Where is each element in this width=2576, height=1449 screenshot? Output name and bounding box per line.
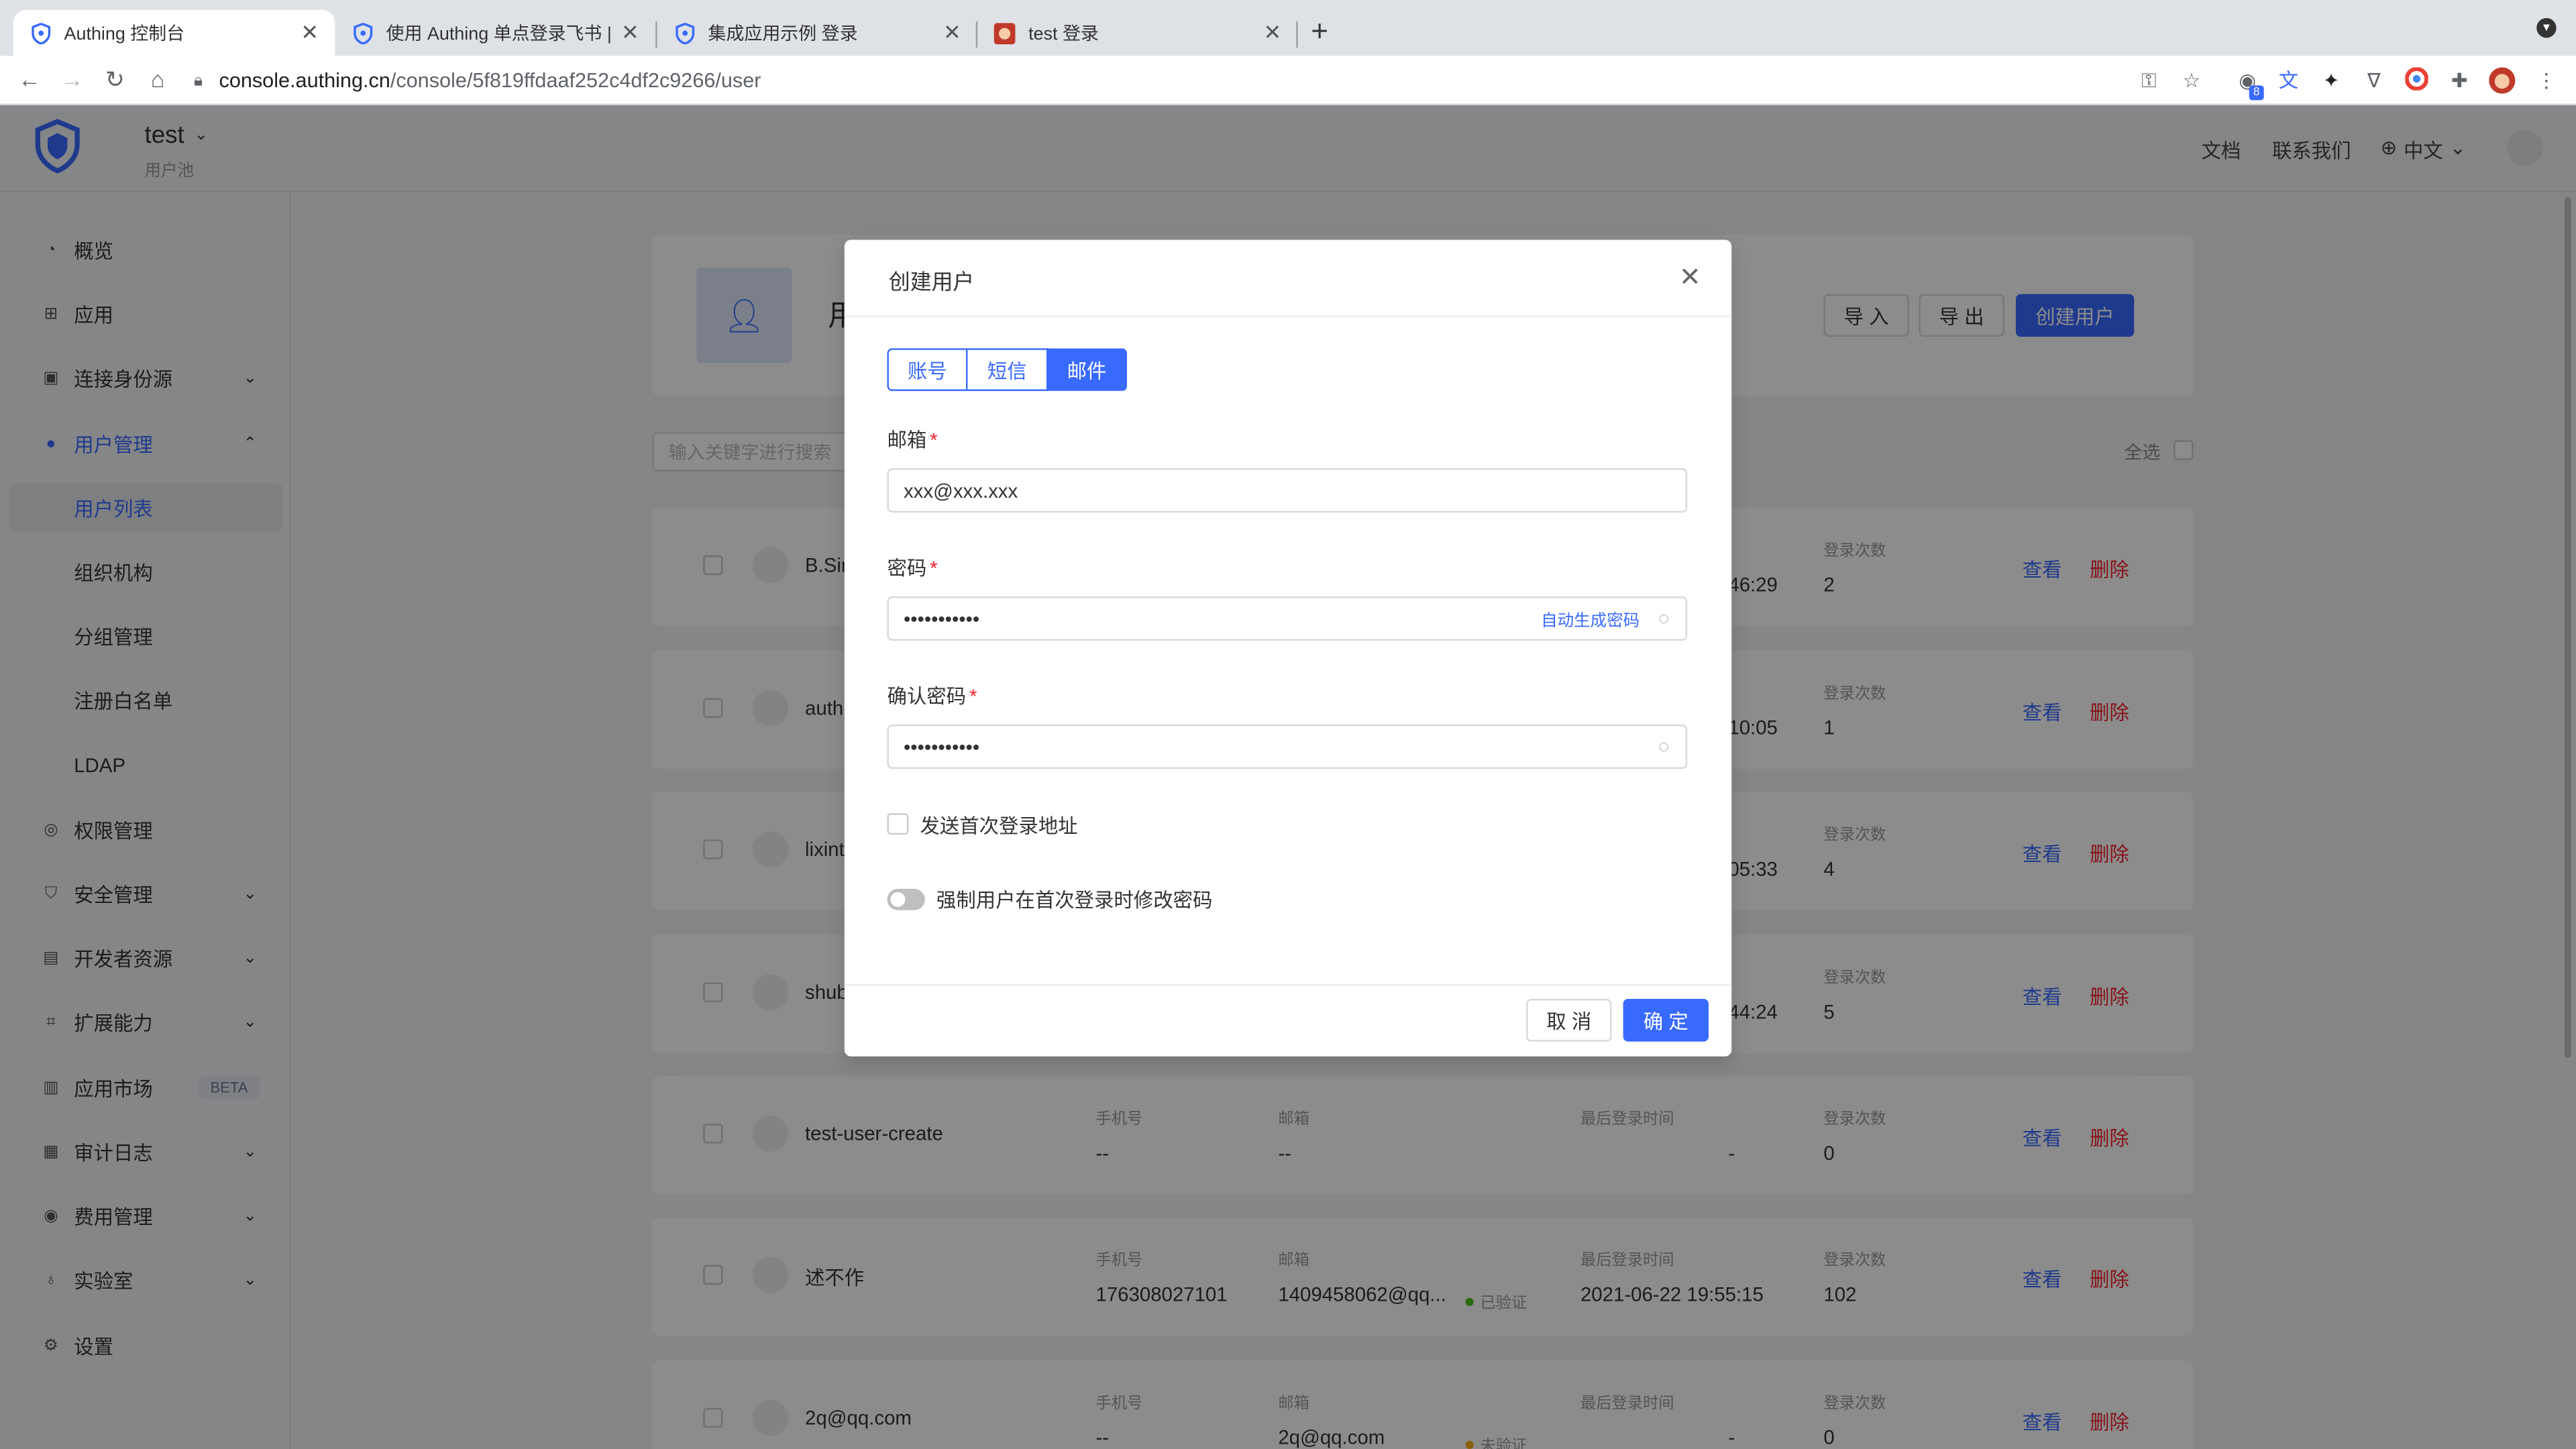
tab-sms[interactable]: 短信 [967,348,1049,391]
close-icon[interactable]: ✕ [1679,261,1701,294]
profile-avatar-icon[interactable] [2489,67,2516,94]
email-field[interactable]: xxx@xxx.xxx [887,468,1688,513]
new-tab-plus-icon[interactable]: + [1311,15,1328,49]
tab-title: 使用 Authing 单点登录飞书 | Aut [386,24,612,45]
extensions-puzzle-icon[interactable]: ✚ [2447,67,2473,93]
key-icon[interactable]: ⚿ [2136,67,2162,93]
password-label: 密码 * [887,553,937,582]
confirm-label-text: 确认密码 [887,685,967,708]
forward-arrow-icon[interactable]: → [58,66,87,92]
browser-menu-icon[interactable]: ⋮ [2533,67,2559,93]
tab-title: test 登录 [1028,24,1099,45]
authing-shield-icon [674,22,695,44]
lock-icon: 🔒︎ [193,71,203,90]
browser-tab-feishu-sso[interactable]: 使用 Authing 单点登录飞书 | Aut ✕ [335,10,656,56]
email-label-text: 邮箱 [887,429,927,452]
password-value: ••••••••••• [903,606,980,631]
tab-title: 集成应用示例 登录 [708,24,858,45]
toggle-knob [890,892,906,907]
confirm-button[interactable]: 确 定 [1623,998,1709,1042]
url-field[interactable]: 🔒︎ console.authing.cn/console/5f819ffdaa… [194,62,2214,99]
translate-icon[interactable]: 文 [2275,67,2302,93]
required-mark: * [930,429,938,452]
eye-hidden-icon[interactable]: ◌ [1658,608,1669,628]
back-arrow-icon[interactable]: ← [15,66,44,92]
browser-tab-test-login[interactable]: test 登录 ✕ [977,10,1298,56]
force-change-password-label: 强制用户在首次登录时修改密码 [936,888,1213,912]
authing-shield-icon [30,22,51,44]
tab-separator [1296,21,1298,48]
modal-footer-divider [844,983,1732,986]
auto-generate-password-link[interactable]: 自动生成密码 [1541,606,1640,631]
tab-account[interactable]: 账号 [887,348,968,391]
extension-bird-icon[interactable]: ✦ [2318,67,2345,93]
url-host: console.authing.cn [219,68,390,93]
browser-tab-demo-login[interactable]: 集成应用示例 登录 ✕ [657,10,978,56]
confirm-password-value: ••••••••••• [903,735,980,759]
create-method-tabs: 账号 短信 邮件 [887,348,1128,391]
modal-divider [844,315,1732,317]
tab-close-icon[interactable]: ✕ [1264,19,1282,46]
tab-search-chevron-icon[interactable]: ▾ [2536,17,2557,38]
browser-tab-authing-console[interactable]: Authing 控制台 ✕ [13,9,335,56]
reload-icon[interactable]: ↻ [100,66,129,94]
password-field[interactable]: ••••••••••• 自动生成密码 ◌ [887,596,1688,641]
eye-hidden-icon[interactable]: ◌ [1658,737,1669,756]
required-mark: * [930,557,938,580]
chrome-color-icon[interactable] [2404,66,2430,93]
send-first-login-checkbox[interactable] [887,813,909,835]
home-icon[interactable]: ⌂ [143,66,172,92]
confirm-password-label: 确认密码 * [887,682,977,710]
extension-badge: 8 [2249,85,2264,101]
authing-shield-icon [352,22,373,44]
url-path: /console/5f819ffdaaf252c4df2c9266/user [390,68,761,93]
extension-v-icon[interactable]: ∇ [2361,67,2387,93]
email-label: 邮箱 * [887,425,937,453]
create-user-modal: 创建用户 ✕ 账号 短信 邮件 邮箱 * xxx@xxx.xxx 密码 * ••••… [844,239,1732,1057]
required-mark: * [969,685,977,708]
password-label-text: 密码 [887,557,927,580]
browser-tab-bar: Authing 控制台 ✕ 使用 Authing 单点登录飞书 | Aut ✕ … [0,0,2576,56]
confirm-password-field[interactable]: ••••••••••• ◌ [887,724,1688,769]
cancel-button[interactable]: 取 消 [1526,998,1612,1042]
tab-close-icon[interactable]: ✕ [301,19,319,46]
force-change-password-toggle[interactable] [887,888,925,910]
modal-title: 创建用户 [888,269,975,294]
tab-close-icon[interactable]: ✕ [621,19,639,46]
send-first-login-label: 发送首次登录地址 [920,814,1078,838]
app-avatar-icon [994,22,1016,44]
tab-email[interactable]: 邮件 [1048,348,1128,391]
bookmark-star-icon[interactable]: ☆ [2178,67,2204,93]
tab-title: Authing 控制台 [64,24,185,45]
tab-close-icon[interactable]: ✕ [943,19,961,46]
